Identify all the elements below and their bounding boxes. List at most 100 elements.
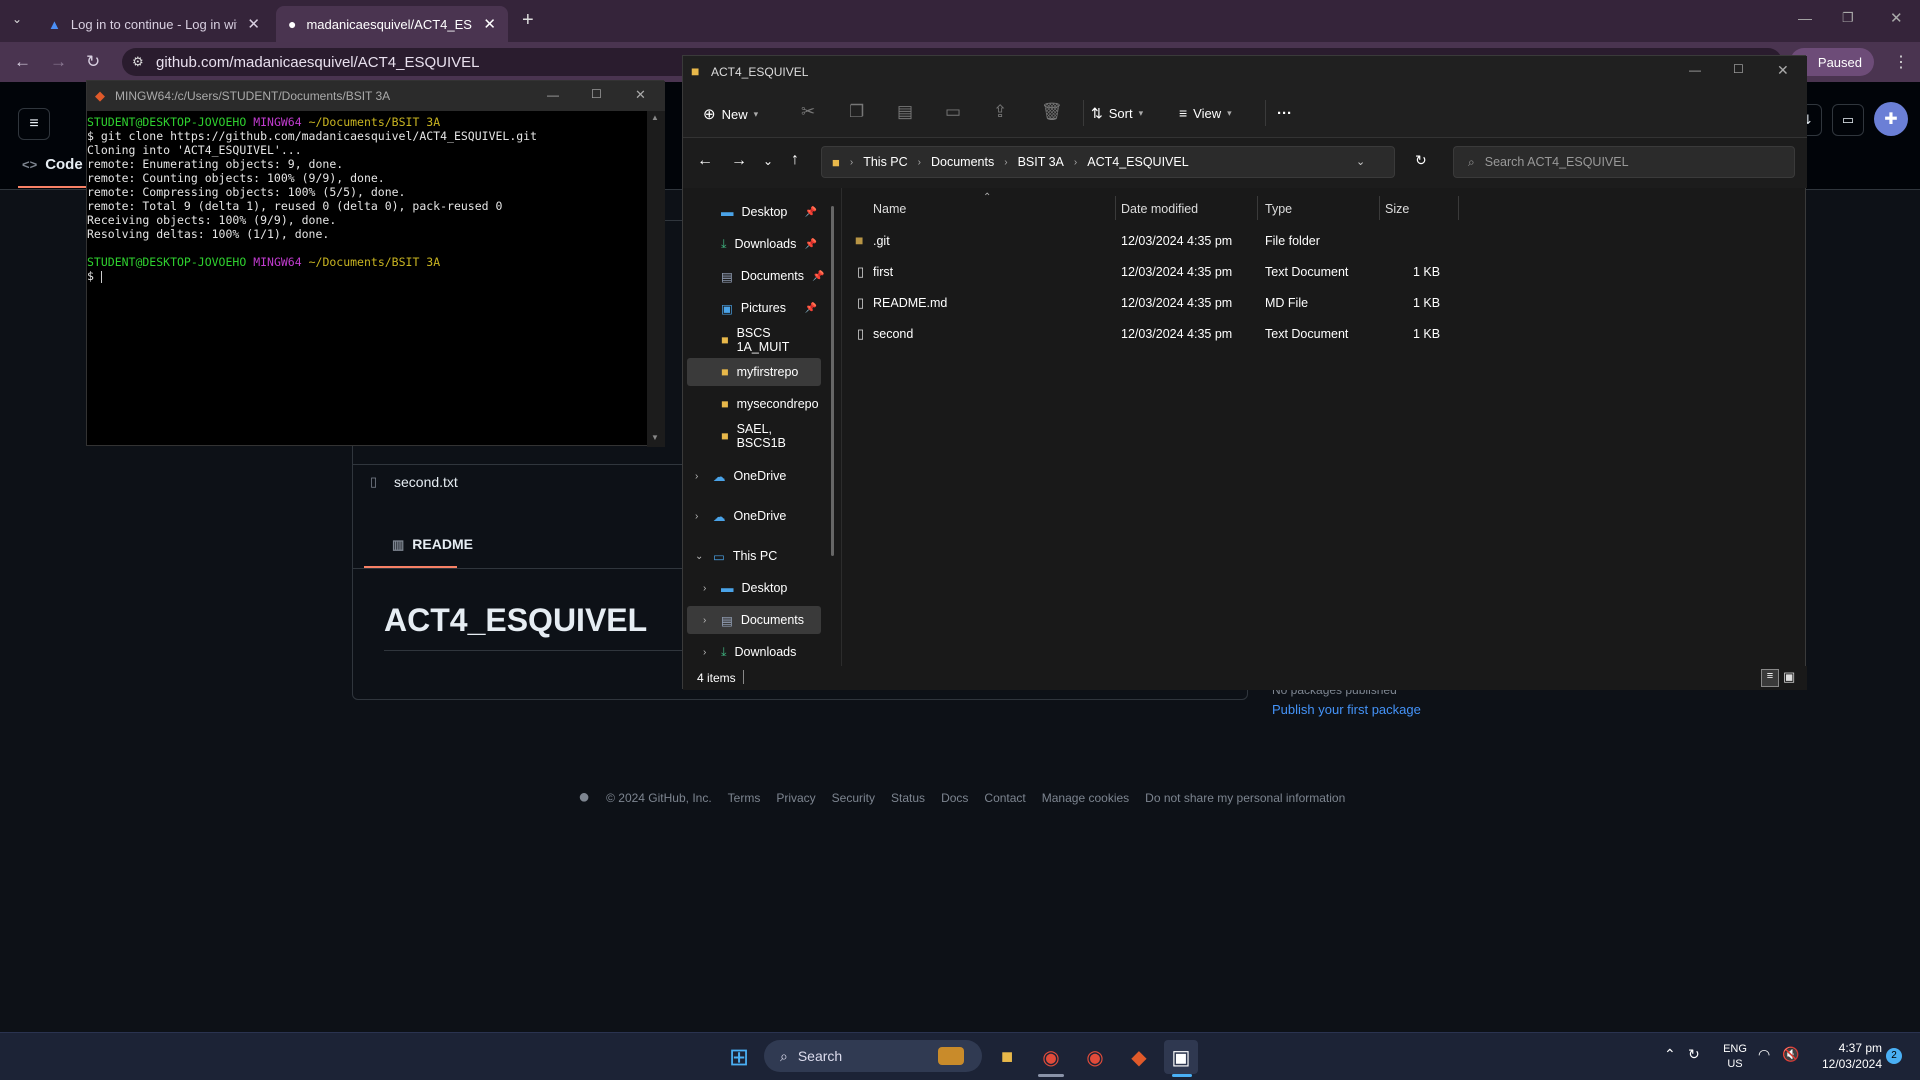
minimize-icon[interactable]: — <box>547 88 559 102</box>
sidebar-item-desktop[interactable]: › ▬ Desktop <box>683 574 823 602</box>
column-header-type[interactable]: Type <box>1265 202 1292 216</box>
sidebar-item-pictures[interactable]: ▣ Pictures 📌 <box>683 294 823 322</box>
tiles-view-icon[interactable]: ▣ <box>1783 669 1795 685</box>
breadcrumb-item[interactable]: This PC <box>863 155 907 169</box>
delete-icon[interactable]: 🗑 <box>1041 102 1063 122</box>
footer-link-security[interactable]: Security <box>832 791 875 805</box>
browser-menu-icon[interactable]: ⋮ <box>1893 52 1909 72</box>
column-divider[interactable] <box>1115 196 1116 220</box>
column-header-date[interactable]: Date modified <box>1121 202 1198 216</box>
tab-login[interactable]: ▲ Log in to continue - Log in with ✕ <box>36 6 272 42</box>
sidebar-item-documents[interactable]: ▤ Documents 📌 <box>683 262 825 290</box>
avatar[interactable]: ✚ <box>1874 102 1908 136</box>
tab-list-dropdown-icon[interactable]: ⌄ <box>12 12 22 26</box>
terminal-title-bar[interactable]: ◆ MINGW64:/c/Users/STUDENT/Documents/BSI… <box>87 81 665 111</box>
breadcrumb[interactable]: ■ › This PC › Documents › BSIT 3A › ACT4… <box>821 146 1395 178</box>
tab-readme[interactable]: ▥ README <box>392 536 473 553</box>
site-info-icon[interactable]: ⚙ <box>132 54 144 70</box>
inbox-icon[interactable]: ▭ <box>1832 104 1864 136</box>
sidebar-item-myfirstrepo[interactable]: ■ myfirstrepo <box>687 358 821 386</box>
reload-icon[interactable]: ↻ <box>86 52 100 72</box>
volume-muted-icon[interactable]: 🔇 <box>1782 1046 1799 1063</box>
share-icon[interactable]: ⇪ <box>993 102 1007 122</box>
table-row[interactable]: ▯ first 12/03/2024 4:35 pm Text Document… <box>853 257 1453 288</box>
column-divider[interactable] <box>1458 196 1459 220</box>
forward-icon[interactable]: → <box>50 52 67 72</box>
sidebar-item-this-pc[interactable]: ⌄ ▭ This PC <box>683 542 823 570</box>
hamburger-menu-icon[interactable]: ≡ <box>18 108 50 140</box>
view-button[interactable]: ≡ View ▾ <box>1179 105 1232 121</box>
git-bash-window[interactable]: ◆ MINGW64:/c/Users/STUDENT/Documents/BSI… <box>86 80 665 447</box>
git-icon[interactable]: ◆ <box>1122 1040 1156 1074</box>
minimize-icon[interactable]: — <box>1798 10 1812 26</box>
clock[interactable]: 4:37 pm 12/03/2024 <box>1812 1040 1882 1072</box>
notification-badge[interactable]: 2 <box>1886 1048 1902 1064</box>
chrome-icon[interactable]: ◉ <box>1034 1040 1068 1074</box>
up-icon[interactable]: ↑ <box>791 151 799 169</box>
sort-button[interactable]: ⇅ Sort ▾ <box>1091 105 1143 122</box>
footer-link-do-not-share[interactable]: Do not share my personal information <box>1145 791 1345 805</box>
terminal-scrollbar[interactable]: ▲ ▼ <box>647 111 665 447</box>
sidebar-item-onedrive[interactable]: › ☁ OneDrive <box>683 462 823 490</box>
file-explorer-window[interactable]: ■ ACT4_ESQUIVEL — ☐ ✕ ⊕ New ▾ ✂ ❐ ▤ ▭ ⇪ 🗑 … <box>682 55 1807 690</box>
cut-icon[interactable]: ✂ <box>801 102 815 122</box>
recent-locations-icon[interactable]: ⌄ <box>763 154 773 168</box>
maximize-icon[interactable]: ☐ <box>591 87 602 101</box>
sidebar-scrollbar[interactable] <box>831 206 834 556</box>
language-indicator[interactable]: ENG US <box>1718 1042 1752 1072</box>
start-icon[interactable]: ⊞ <box>722 1040 756 1074</box>
footer-link-terms[interactable]: Terms <box>728 791 761 805</box>
column-divider[interactable] <box>1379 196 1380 220</box>
close-tab-icon[interactable]: ✕ <box>483 15 496 33</box>
breadcrumb-item[interactable]: ACT4_ESQUIVEL <box>1087 155 1188 169</box>
footer-link-privacy[interactable]: Privacy <box>776 791 815 805</box>
sidebar-item-sael[interactable]: ■ SAEL, BSCS1B <box>683 422 823 450</box>
close-window-icon[interactable]: ✕ <box>635 87 646 103</box>
tab-code[interactable]: <> Code <box>22 156 83 173</box>
column-header-name[interactable]: Name <box>873 202 906 216</box>
close-window-icon[interactable]: ✕ <box>1890 9 1903 27</box>
minimize-icon[interactable]: — <box>1689 63 1701 77</box>
back-icon[interactable]: ← <box>697 152 713 170</box>
tab-github[interactable]: ● madanicaesquivel/ACT4_ESQUI ✕ <box>276 6 508 42</box>
sidebar-item-mysecondrepo[interactable]: ■ mysecondrepo <box>683 390 823 418</box>
publish-package-link[interactable]: Publish your first package <box>1272 702 1421 717</box>
column-header-size[interactable]: Size <box>1385 202 1409 216</box>
close-tab-icon[interactable]: ✕ <box>247 15 260 33</box>
sync-icon[interactable]: ↻ <box>1688 1046 1700 1063</box>
maximize-icon[interactable]: ☐ <box>1733 62 1744 76</box>
back-icon[interactable]: ← <box>14 52 31 72</box>
table-row[interactable]: ■ .git 12/03/2024 4:35 pm File folder <box>853 226 1453 257</box>
footer-link-contact[interactable]: Contact <box>984 791 1025 805</box>
column-divider[interactable] <box>1257 196 1258 220</box>
file-explorer-icon[interactable]: ■ <box>990 1040 1024 1074</box>
chrome-profile-icon[interactable]: ◉ <box>1078 1040 1112 1074</box>
github-logo-icon[interactable]: ● <box>578 786 590 809</box>
scroll-up-icon[interactable]: ▲ <box>651 113 659 122</box>
breadcrumb-item[interactable]: Documents <box>931 155 994 169</box>
restore-icon[interactable]: ❐ <box>1842 10 1854 26</box>
new-tab-icon[interactable]: + <box>522 9 534 32</box>
explorer-title-bar[interactable]: ■ ACT4_ESQUIVEL — ☐ ✕ <box>683 56 1807 88</box>
breadcrumb-item[interactable]: BSIT 3A <box>1018 155 1064 169</box>
forward-icon[interactable]: → <box>731 152 747 170</box>
sidebar-item-onedrive[interactable]: › ☁ OneDrive <box>683 502 823 530</box>
taskbar-search[interactable]: ⌕ Search <box>764 1040 982 1072</box>
footer-link-status[interactable]: Status <box>891 791 925 805</box>
sidebar-item-bscs-1a[interactable]: ■ BSCS 1A_MUIT <box>683 326 823 354</box>
footer-link-docs[interactable]: Docs <box>941 791 968 805</box>
sidebar-item-downloads[interactable]: ⤓ Downloads 📌 <box>683 230 823 258</box>
sidebar-item-documents[interactable]: › ▤ Documents <box>687 606 821 634</box>
footer-link-manage-cookies[interactable]: Manage cookies <box>1042 791 1129 805</box>
scroll-down-icon[interactable]: ▼ <box>651 433 659 442</box>
details-view-icon[interactable]: ≡ <box>1761 669 1779 687</box>
table-row[interactable]: ▯ README.md 12/03/2024 4:35 pm MD File 1… <box>853 288 1453 319</box>
address-dropdown-icon[interactable]: ⌄ <box>1356 155 1365 168</box>
sidebar-item-desktop[interactable]: ▬ Desktop 📌 <box>683 198 823 226</box>
new-button[interactable]: ⊕ New ▾ <box>703 105 758 123</box>
rename-icon[interactable]: ▭ <box>945 102 961 122</box>
sidebar-item-downloads[interactable]: › ⤓ Downloads <box>683 638 823 666</box>
refresh-icon[interactable]: ↻ <box>1415 152 1427 169</box>
chevron-up-icon[interactable]: ⌃ <box>1664 1046 1676 1063</box>
paste-icon[interactable]: ▤ <box>897 102 913 122</box>
